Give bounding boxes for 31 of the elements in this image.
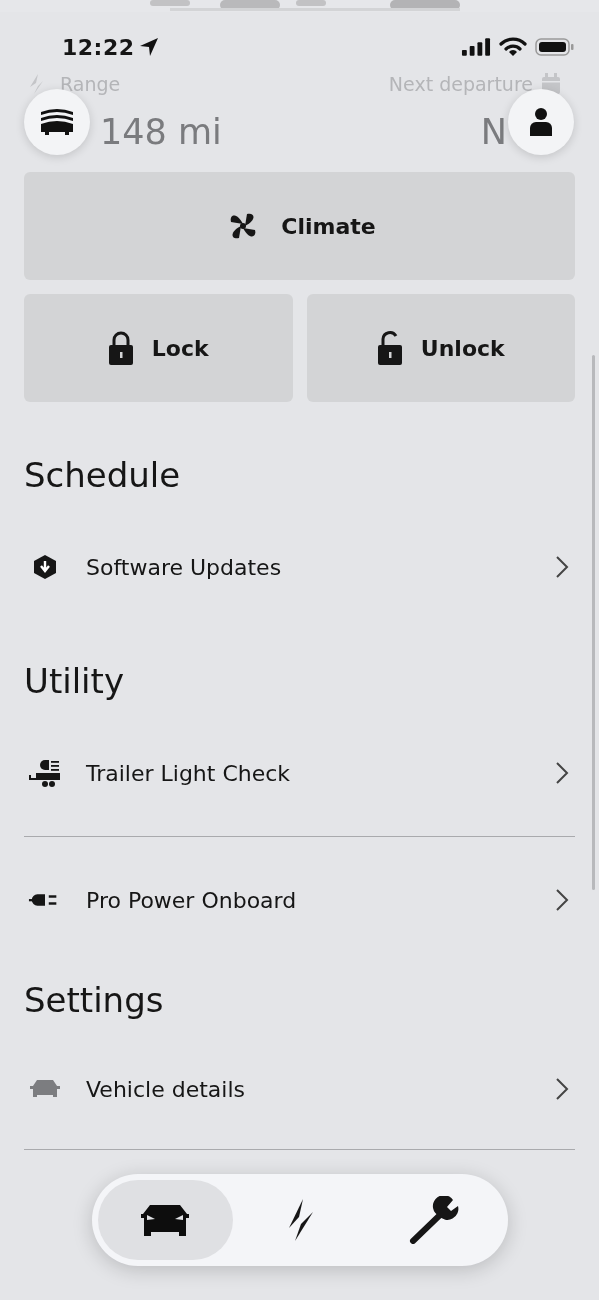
list-item[interactable]: Trailer Light Check (0, 710, 599, 836)
download-shield-icon (32, 554, 58, 580)
location-arrow-icon (138, 37, 159, 57)
departure-value: N (480, 110, 507, 154)
section-heading: Utility (23, 659, 125, 703)
chevron-right-icon (555, 1077, 569, 1101)
lightning-icon (28, 73, 44, 95)
vehicle-stack-icon (39, 106, 75, 138)
battery-icon (535, 37, 575, 57)
unlock-button[interactable]: Unlock (306, 294, 575, 402)
tab[interactable] (98, 1180, 233, 1260)
climate-button[interactable]: Climate (24, 172, 575, 280)
wifi-icon (499, 37, 527, 57)
list-item[interactable]: Vehicle details (0, 1029, 599, 1149)
wrench-icon (408, 1196, 461, 1244)
status-time: 12:22 (62, 33, 135, 62)
chevron-right-icon (555, 888, 569, 912)
chevron-right-icon (555, 555, 569, 579)
lock-icon (107, 330, 134, 366)
section-heading: Schedule (23, 453, 182, 497)
trailer-light-icon (28, 758, 62, 788)
signal-icon (461, 37, 491, 57)
lock-button[interactable]: Lock (24, 294, 293, 402)
section-heading: Settings (23, 978, 165, 1022)
unlocked-lock-icon (376, 330, 403, 366)
list-item[interactable]: Pro Power Onboard (0, 837, 599, 963)
car-icon (141, 1202, 190, 1238)
list-item[interactable]: Software Updates (0, 504, 599, 630)
range-value: 148 mi (100, 110, 222, 154)
person-icon (529, 107, 553, 137)
chevron-right-icon (555, 761, 569, 785)
